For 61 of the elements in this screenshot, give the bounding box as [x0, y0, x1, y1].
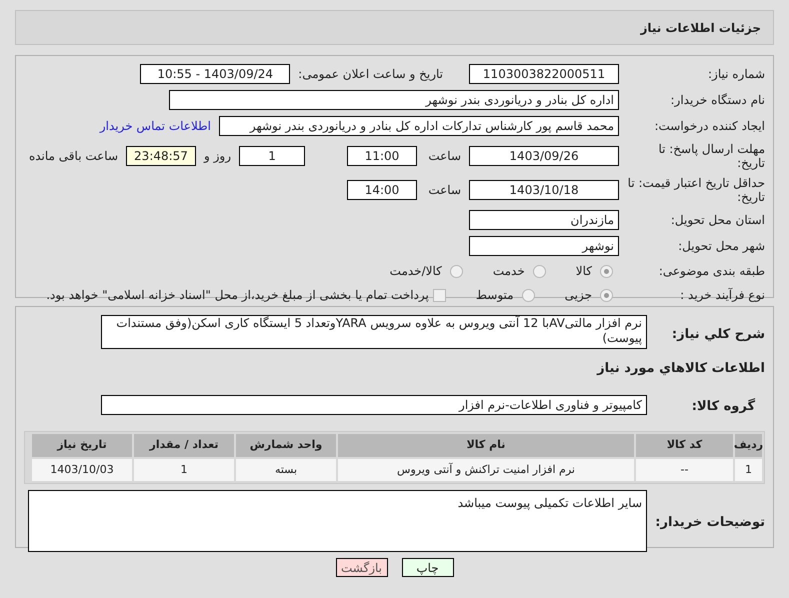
field-label: شماره نیاز:: [708, 67, 765, 81]
column-header: کد کالا: [636, 434, 733, 457]
field-label: روز و: [204, 148, 231, 165]
column-header: تعداد / مقدار: [134, 434, 234, 457]
notes-field[interactable]: سایر اطلاعات تکمیلی پیوست میباشد: [28, 490, 647, 552]
option-label: کالا/خدمت: [390, 263, 442, 280]
option-label: جزیی: [564, 287, 592, 304]
field-label: توضیحات خریدار:: [655, 515, 765, 530]
back-button[interactable]: بازگشت: [336, 558, 388, 577]
input-field[interactable]: نوشهر: [469, 236, 619, 256]
table-cell: 1: [735, 459, 762, 481]
input-field[interactable]: 11:00: [347, 146, 417, 166]
input-field[interactable]: 1403/10/18: [469, 180, 619, 200]
field-label: طبقه بندی موضوعی:: [658, 264, 765, 278]
input-field[interactable]: 1103003822000511: [469, 64, 619, 84]
print-button[interactable]: چاپ: [402, 558, 454, 577]
field-label: ایجاد کننده درخواست:: [654, 119, 765, 133]
field-label: تاریخ و ساعت اعلان عمومی:: [298, 66, 443, 83]
input-field[interactable]: 1403/09/24 - 10:55: [140, 64, 290, 84]
input-field[interactable]: محمد قاسم پور کارشناس تدارکات اداره کل بنادر و دریانوردی بندر نوشهر: [219, 116, 619, 136]
table-cell: 1403/10/03: [32, 459, 132, 481]
field-label: مهلت ارسال پاسخ: تا تاریخ:: [657, 142, 765, 170]
column-header: نام کالا: [338, 434, 634, 457]
table-cell: 1: [134, 459, 234, 481]
option-label: کالا: [576, 263, 592, 280]
radio-button[interactable]: [600, 264, 613, 278]
field-label: نوع فرآیند خرید :: [680, 288, 765, 302]
section-heading: اطلاعات کالاهاي مورد نياز: [597, 361, 765, 376]
page-title: جزئیات اطلاعات نیاز: [640, 20, 761, 36]
checkbox-label: پرداخت تمام یا بخشی از مبلغ خرید،از محل "اسناد خزانه اسلامی" خواهد بود.: [46, 287, 429, 304]
field-label: ساعت باقی مانده: [28, 148, 118, 165]
input-field[interactable]: 14:00: [347, 180, 417, 200]
field-label: ساعت: [427, 182, 461, 199]
table-cell: --: [636, 459, 733, 481]
column-header: واحد شمارش: [236, 434, 336, 457]
table-cell: بسته: [236, 459, 336, 481]
field-label: شرح کلي نياز:: [672, 327, 765, 342]
field-label: گروه کالا:: [692, 399, 755, 414]
contact-link[interactable]: اطلاعات تماس خریدار: [100, 117, 211, 135]
input-field[interactable]: مازندران: [469, 210, 619, 230]
field-label: شهر محل تحویل:: [678, 239, 765, 253]
input-field[interactable]: 1403/09/26: [469, 146, 619, 166]
radio-button[interactable]: [532, 264, 546, 278]
table-cell: نرم افزار امنیت تراکنش و آنتی ویروس: [338, 459, 634, 481]
field-label: ساعت: [427, 148, 461, 165]
countdown-field[interactable]: 23:48:57: [126, 146, 196, 166]
field-label: استان محل تحویل:: [670, 213, 765, 227]
description-field[interactable]: نرم افزار مالتیAVبا 12 آنتی ویروس به علاوه سرویس YARAوتعداد 5 ایستگاه کاری اسکن(وفق مستندات پیوست): [101, 315, 647, 349]
field-label: نام دستگاه خریدار:: [670, 93, 765, 107]
input-field[interactable]: اداره کل بنادر و دریانوردی بندر نوشهر: [169, 90, 619, 110]
field-label: حداقل تاریخ اعتبار قیمت: تا تاریخ:: [627, 176, 765, 204]
input-field[interactable]: 1: [239, 146, 305, 166]
column-header: تاریخ نیاز: [32, 434, 132, 457]
input-field[interactable]: کامپیوتر و فناوری اطلاعات-نرم افزار: [101, 395, 647, 415]
radio-button[interactable]: [600, 288, 613, 302]
checkbox[interactable]: [432, 288, 446, 302]
option-label: متوسط: [476, 287, 514, 304]
radio-button[interactable]: [450, 264, 463, 278]
radio-button[interactable]: [522, 288, 535, 302]
column-header: ردیف: [735, 434, 762, 457]
option-label: خدمت: [492, 263, 525, 280]
